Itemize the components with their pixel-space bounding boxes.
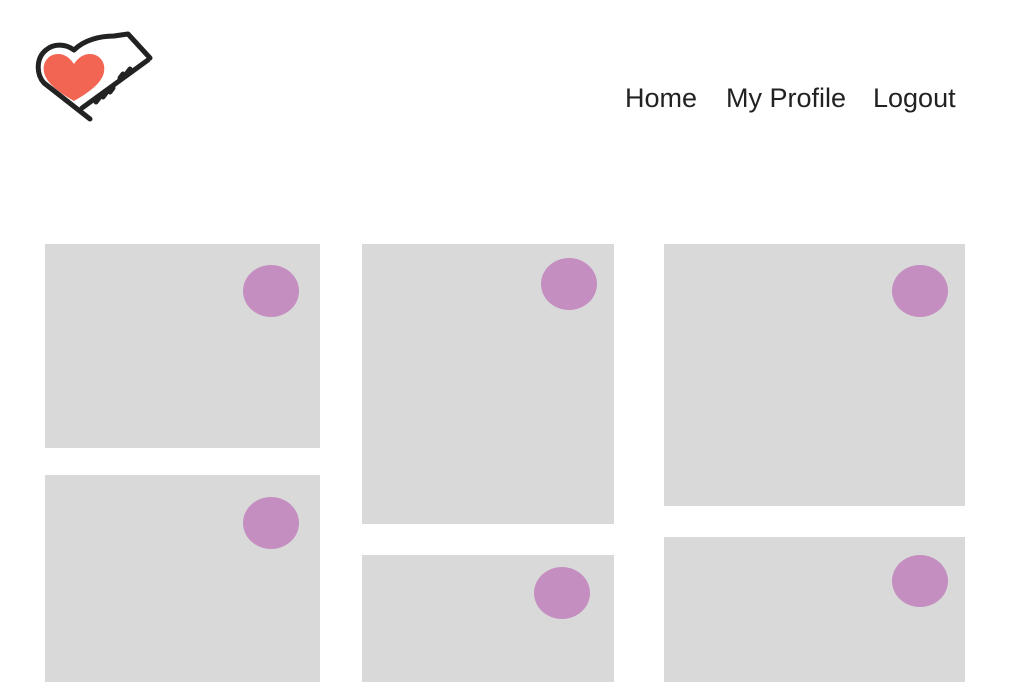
card-avatar-dot bbox=[892, 265, 948, 317]
card-avatar-dot bbox=[243, 265, 299, 317]
grid-card[interactable] bbox=[45, 244, 320, 448]
nav-home-link[interactable]: Home bbox=[625, 80, 697, 116]
card-avatar-dot bbox=[892, 555, 948, 607]
grid-card[interactable] bbox=[45, 475, 320, 682]
nav-my-profile-link[interactable]: My Profile bbox=[726, 80, 846, 116]
grid-card[interactable] bbox=[664, 537, 965, 682]
main-nav: Home My Profile Logout bbox=[0, 80, 1024, 120]
page: Home My Profile Logout bbox=[0, 0, 1024, 682]
nav-logout-link[interactable]: Logout bbox=[873, 80, 956, 116]
card-avatar-dot bbox=[243, 497, 299, 549]
grid-card[interactable] bbox=[362, 244, 614, 524]
grid-card[interactable] bbox=[362, 555, 614, 682]
grid-card[interactable] bbox=[664, 244, 965, 506]
card-avatar-dot bbox=[541, 258, 597, 310]
card-avatar-dot bbox=[534, 567, 590, 619]
